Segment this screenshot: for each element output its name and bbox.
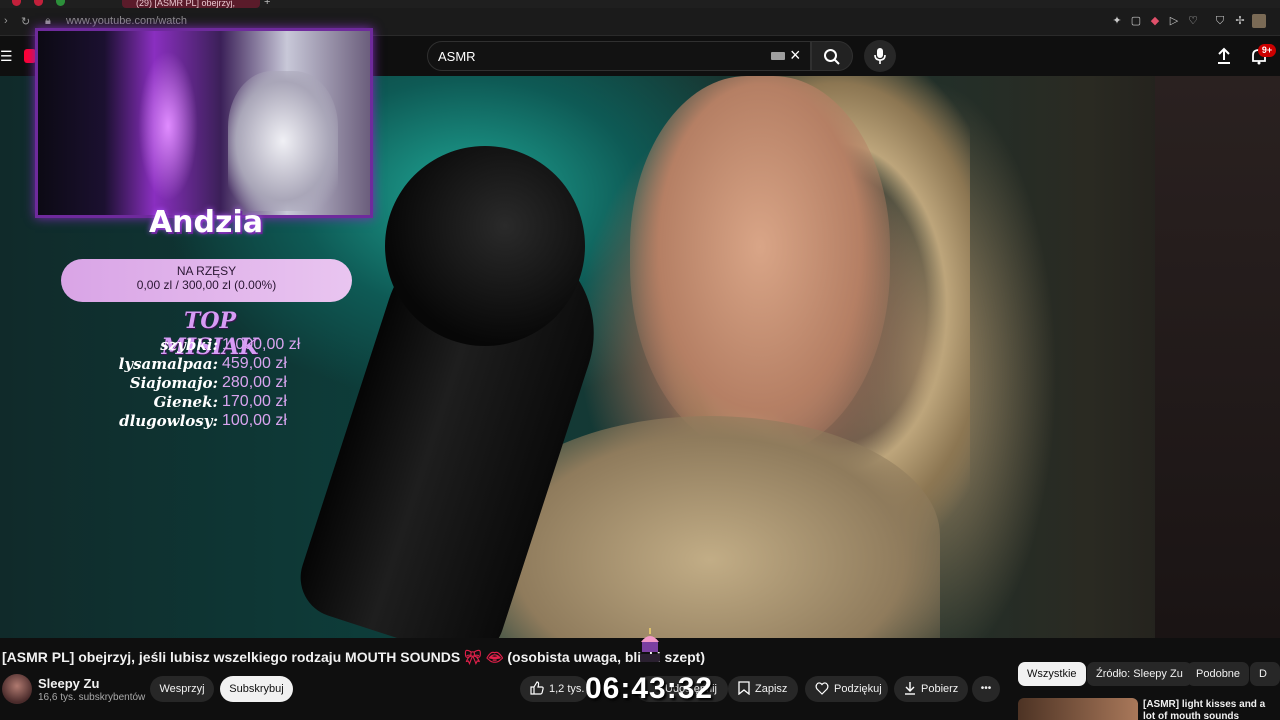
- chip-similar[interactable]: Podobne: [1187, 662, 1250, 686]
- donor-name: Siajomajo:: [129, 374, 218, 392]
- donor-amount: 170,00 zł: [222, 393, 287, 410]
- profile-avatar[interactable]: [1252, 14, 1266, 28]
- video-person-face: [630, 76, 890, 456]
- shield-icon[interactable]: ⛉: [1213, 14, 1227, 28]
- chip-more[interactable]: D: [1250, 662, 1280, 686]
- tab-favicon-icon[interactable]: [34, 0, 43, 6]
- donor-name: szybki:: [160, 336, 218, 354]
- video-microphone-head: [385, 146, 585, 346]
- keyboard-icon[interactable]: [771, 52, 785, 60]
- top-donors-list: szybki: 1 000,00 zł lysamalpaa: 459,00 zł …: [96, 336, 346, 431]
- browser-tabstrip: (29) [ASMR PL] obejrzyj, +: [0, 0, 1280, 8]
- menu-icon[interactable]: ☰: [0, 48, 13, 65]
- url-field[interactable]: www.youtube.com/watch: [66, 15, 187, 27]
- heart-icon[interactable]: ♡: [1186, 14, 1200, 28]
- save-label: Zapisz: [755, 683, 788, 695]
- chip-source[interactable]: Źródło: Sleepy Zu: [1087, 662, 1192, 686]
- puzzle-icon[interactable]: ✦: [1110, 14, 1124, 28]
- top-donor-row: lysamalpaa: 459,00 zł: [96, 355, 346, 374]
- support-button[interactable]: Wesprzyj: [150, 676, 214, 702]
- download-label: Pobierz: [921, 683, 959, 695]
- goal-title: NA RZĘSY: [176, 264, 237, 278]
- browser-tab-active[interactable]: (29) [ASMR PL] obejrzyj,: [122, 0, 260, 8]
- microphone-icon: [874, 48, 886, 64]
- channel-name[interactable]: Sleepy Zu: [38, 676, 99, 691]
- donation-goal-bar: NA RZĘSY 0,00 zl / 300,00 zl (0.00%): [61, 259, 352, 302]
- thumbs-up-icon: [530, 680, 544, 695]
- extensions-icon[interactable]: ✢: [1233, 14, 1247, 28]
- birthday-cake-icon: [640, 628, 660, 662]
- donor-amount: 100,00 zł: [222, 412, 287, 429]
- screen: (29) [ASMR PL] obejrzyj, + › ↻ 🔒︎ www.yo…: [0, 0, 1280, 720]
- streamer-nameplate: Andzia: [96, 205, 316, 241]
- upload-icon[interactable]: [1214, 46, 1234, 66]
- donor-name: lysamalpaa:: [118, 355, 218, 373]
- clear-search-icon[interactable]: ×: [790, 45, 801, 66]
- thanks-label: Podziękuj: [834, 683, 882, 695]
- tab-favicon-icon[interactable]: [12, 0, 21, 6]
- save-button[interactable]: Zapisz: [728, 676, 798, 702]
- voice-search-button[interactable]: [864, 40, 896, 72]
- notification-badge: 9+: [1258, 44, 1276, 57]
- webcam-chair: [228, 71, 338, 211]
- ribbon-emoji-icon: 🎀︎ 👄︎: [464, 649, 504, 665]
- video-title: [ASMR PL] obejrzyj, jeśli lubisz wszelki…: [2, 649, 705, 666]
- donor-name: Gienek:: [153, 393, 218, 411]
- download-icon: [905, 681, 915, 695]
- clock-overlay: 06:43:32: [585, 672, 714, 705]
- reload-icon[interactable]: ↻: [21, 15, 30, 28]
- subscribe-button[interactable]: Subskrybuj: [220, 676, 293, 702]
- video-title-text: [ASMR PL] obejrzyj, jeśli lubisz wszelki…: [2, 649, 461, 665]
- pocket-icon[interactable]: ◆: [1148, 14, 1162, 28]
- search-button[interactable]: [811, 41, 853, 71]
- goal-amount: 0,00 zl / 300,00 zl (0.00%): [136, 278, 277, 292]
- play-icon[interactable]: ▷: [1167, 14, 1181, 28]
- download-button[interactable]: Pobierz: [894, 676, 968, 702]
- thanks-heart-icon: [815, 681, 829, 695]
- new-tab-icon[interactable]: +: [264, 0, 270, 8]
- tab-favicon-icon[interactable]: [56, 0, 65, 6]
- search-query[interactable]: ASMR: [438, 49, 476, 64]
- thanks-button[interactable]: Podziękuj: [805, 676, 888, 702]
- webcam-frame: [35, 28, 373, 218]
- donor-amount: 1 000,00 zł: [222, 336, 301, 353]
- forward-icon[interactable]: ›: [4, 15, 8, 27]
- like-count: 1,2 tys.: [549, 683, 585, 695]
- subscriber-count: 16,6 tys. subskrybentów: [38, 692, 146, 703]
- bookmark-icon: [738, 680, 750, 695]
- top-donor-row: Gienek: 170,00 zł: [96, 393, 346, 412]
- video-title-tail: (osobista uwaga, bliski szept): [507, 649, 705, 665]
- lock-icon[interactable]: 🔒︎: [45, 15, 51, 28]
- top-donor-row: dlugowlosy: 100,00 zł: [96, 412, 346, 431]
- tab-icon[interactable]: ▢: [1129, 14, 1143, 28]
- like-button[interactable]: 1,2 tys.: [520, 676, 588, 702]
- top-donor-row: szybki: 1 000,00 zł: [96, 336, 346, 355]
- donor-name: dlugowlosy:: [119, 412, 218, 430]
- webcam-light: [138, 51, 198, 201]
- donor-amount: 459,00 zł: [222, 355, 287, 372]
- recommendation-thumbnail[interactable]: [1018, 698, 1138, 720]
- streamer-name: Andzia: [148, 205, 264, 240]
- more-actions-button[interactable]: •••: [972, 676, 1000, 702]
- channel-avatar[interactable]: [2, 674, 32, 704]
- search-icon: [824, 49, 840, 65]
- donor-amount: 280,00 zł: [222, 374, 287, 391]
- chip-all[interactable]: Wszystkie: [1018, 662, 1086, 686]
- top-donor-row: Siajomajo: 280,00 zł: [96, 374, 346, 393]
- video-edge-shade: [1155, 76, 1280, 638]
- recommendation-title[interactable]: [ASMR] light kisses and a lot of mouth s…: [1143, 699, 1280, 720]
- search-input[interactable]: ASMR ×: [427, 41, 811, 71]
